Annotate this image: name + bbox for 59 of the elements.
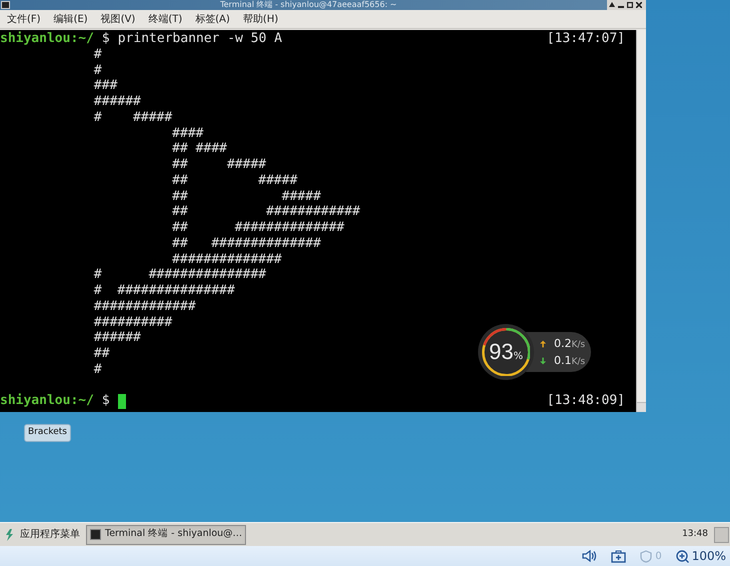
prompt-path: shiyanlou:~/ bbox=[0, 31, 94, 47]
output-line: ############# bbox=[92, 298, 196, 314]
upload-arrow-icon bbox=[540, 340, 546, 348]
timestamp: [13:47:07] bbox=[546, 31, 625, 47]
output-line: ## ##### bbox=[171, 172, 298, 188]
scrollbar[interactable] bbox=[636, 30, 646, 412]
menu-item[interactable]: 帮助(H) bbox=[242, 12, 278, 26]
close-icon[interactable] bbox=[636, 2, 642, 8]
blocked-count: 0 bbox=[655, 550, 662, 564]
output-line: #### bbox=[171, 126, 204, 140]
speaker-icon[interactable] bbox=[582, 550, 598, 562]
applications-menu-button[interactable]: 应用程序菜单 bbox=[0, 523, 86, 546]
window-title: Terminal 终端 - shiyanlou@47aeeaaf5656: ~ bbox=[219, 0, 398, 10]
output-line: # ############### bbox=[92, 283, 235, 298]
maximize-icon[interactable] bbox=[627, 2, 633, 8]
prompt-symbol: $ bbox=[102, 31, 110, 47]
output-line: ## #### bbox=[171, 141, 227, 156]
zoom-button[interactable]: 100% bbox=[676, 547, 726, 565]
output-line: # ############### bbox=[92, 267, 266, 282]
output-line: ## ############## bbox=[171, 220, 344, 235]
output-line: ## ##### bbox=[171, 188, 321, 204]
menu-item[interactable]: 文件(F) bbox=[7, 12, 41, 26]
taskbar-button[interactable]: Terminal 终端 - shiyanlou@… bbox=[86, 524, 246, 544]
output-line: ## ############ bbox=[171, 204, 360, 220]
output-line: # bbox=[92, 362, 102, 377]
zoom-in-icon bbox=[676, 550, 689, 562]
cpu-percent: 93 bbox=[489, 340, 514, 362]
output-line: ###### bbox=[92, 330, 141, 346]
percent-unit: % bbox=[513, 350, 523, 364]
terminal-icon bbox=[90, 529, 101, 540]
output-line: # ##### bbox=[92, 110, 172, 125]
upload-speed: 0.2 bbox=[554, 338, 572, 348]
prompt-path: shiyanlou:~/ bbox=[0, 393, 94, 409]
output-line: ############## bbox=[171, 252, 282, 266]
output-line: ## bbox=[92, 346, 110, 361]
menu-item[interactable]: 编辑(E) bbox=[54, 12, 88, 26]
timestamp: [13:48:09] bbox=[546, 393, 625, 409]
output-line: ## ##### bbox=[171, 157, 266, 172]
up-arrow-icon[interactable] bbox=[609, 2, 615, 8]
prompt-symbol: $ bbox=[102, 393, 110, 409]
speed-unit: K/s bbox=[572, 340, 586, 350]
toolbox-icon[interactable] bbox=[611, 550, 626, 562]
taskbar-clock: 13:48 bbox=[682, 528, 708, 541]
download-arrow-icon bbox=[540, 356, 546, 364]
speed-unit: K/s bbox=[572, 358, 586, 366]
output-line: # bbox=[92, 62, 102, 78]
download-speed: 0.1 bbox=[554, 354, 572, 366]
output-line: # bbox=[92, 46, 102, 62]
command-text: printerbanner -w 50 A bbox=[118, 31, 282, 47]
terminal-icon bbox=[1, 1, 10, 9]
output-line: ########## bbox=[92, 314, 172, 330]
output-line: ## ############## bbox=[171, 236, 321, 251]
text-cursor bbox=[118, 394, 126, 409]
desktop-icon-label[interactable]: Brackets bbox=[24, 424, 71, 442]
menu-item[interactable]: 终端(T) bbox=[148, 12, 182, 26]
output-line: ### bbox=[92, 78, 118, 94]
menu-item[interactable]: 视图(V) bbox=[100, 12, 136, 26]
output-line: ###### bbox=[92, 94, 141, 109]
menu-item[interactable]: 标签(A) bbox=[195, 12, 230, 26]
